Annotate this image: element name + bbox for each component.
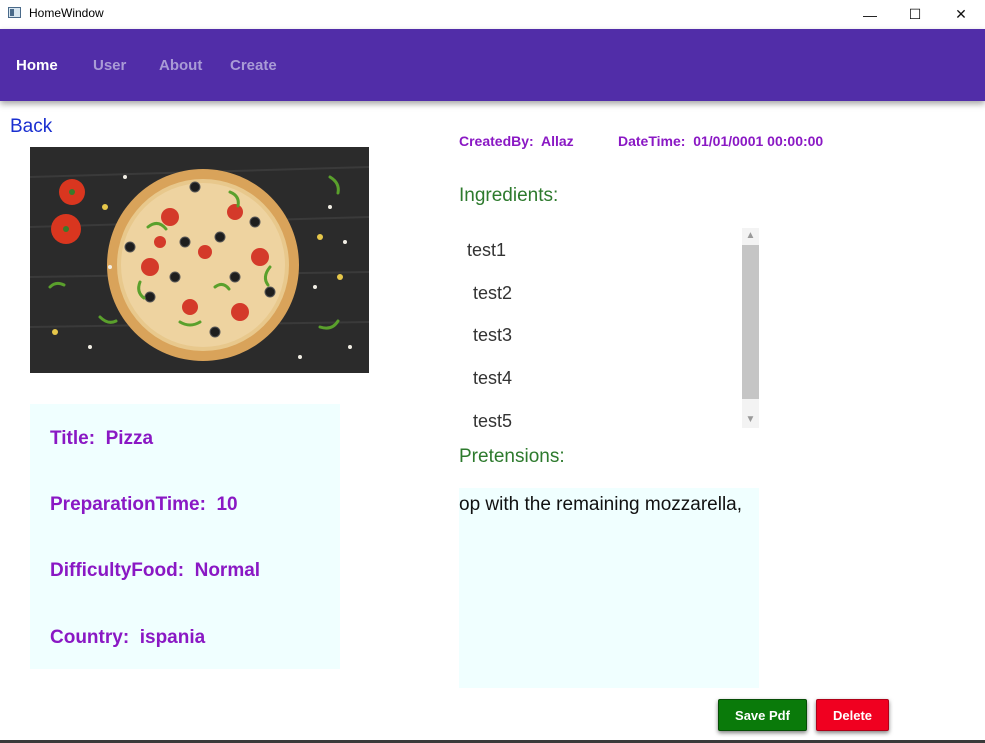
chevron-up-icon[interactable]: ▲ bbox=[742, 228, 759, 244]
ingredients-list[interactable]: test1 test2 test3 test4 test5 bbox=[459, 228, 759, 431]
created-by: CreatedBy: Allaz bbox=[459, 133, 574, 149]
nav-home[interactable]: Home bbox=[16, 57, 58, 74]
list-item[interactable]: test1 bbox=[467, 240, 506, 261]
list-item[interactable]: test4 bbox=[473, 368, 512, 389]
list-item[interactable]: test3 bbox=[473, 325, 512, 346]
back-link[interactable]: Back bbox=[10, 116, 52, 138]
pretensions-textbox[interactable]: op with the remaining mozzarella, bbox=[459, 488, 759, 688]
difficulty-row: DifficultyFood: Normal bbox=[50, 560, 260, 582]
list-item[interactable]: test2 bbox=[473, 283, 512, 304]
nav-user[interactable]: User bbox=[93, 57, 126, 74]
scroll-thumb[interactable] bbox=[742, 245, 759, 399]
ingredients-scrollbar[interactable]: ▲ ▼ bbox=[742, 228, 759, 428]
preparation-time-label: PreparationTime: bbox=[50, 494, 206, 515]
nav-about[interactable]: About bbox=[159, 57, 202, 74]
pretensions-text: op with the remaining mozzarella, bbox=[459, 494, 743, 515]
app-icon bbox=[8, 7, 21, 18]
list-item[interactable]: test5 bbox=[473, 411, 512, 432]
ingredients-heading: Ingredients: bbox=[459, 185, 559, 206]
created-by-label: CreatedBy: bbox=[459, 133, 534, 149]
close-button[interactable]: ✕ bbox=[938, 0, 984, 29]
title-label: Title: bbox=[50, 428, 96, 449]
country-value: ispania bbox=[139, 627, 206, 648]
pizza-photo bbox=[30, 147, 369, 373]
window-title: HomeWindow bbox=[29, 6, 104, 20]
difficulty-label: DifficultyFood: bbox=[50, 560, 185, 581]
top-navbar: Home User About Create bbox=[0, 29, 985, 101]
pizza-illustration bbox=[30, 147, 369, 373]
window-titlebar: HomeWindow — ☐ ✕ bbox=[0, 0, 985, 29]
nav-create[interactable]: Create bbox=[230, 57, 277, 74]
datetime-label: DateTime: bbox=[618, 133, 686, 149]
created-by-value: Allaz bbox=[540, 133, 574, 149]
maximize-button[interactable]: ☐ bbox=[892, 0, 938, 29]
datetime: DateTime: 01/01/0001 00:00:00 bbox=[618, 133, 823, 149]
country-row: Country: ispania bbox=[50, 627, 205, 649]
delete-button[interactable]: Delete bbox=[816, 699, 889, 731]
datetime-value: 01/01/0001 00:00:00 bbox=[693, 133, 824, 149]
chevron-down-icon[interactable]: ▼ bbox=[742, 412, 759, 428]
minimize-button[interactable]: — bbox=[847, 0, 893, 29]
recipe-info-panel: Title: Pizza PreparationTime: 10 Difficu… bbox=[30, 404, 340, 669]
title-value: Pizza bbox=[105, 428, 154, 449]
country-label: Country: bbox=[50, 627, 130, 648]
title-row: Title: Pizza bbox=[50, 428, 153, 450]
difficulty-value: Normal bbox=[194, 560, 261, 581]
preparation-time-row: PreparationTime: 10 bbox=[50, 494, 238, 516]
pretensions-heading: Pretensions: bbox=[459, 446, 565, 467]
preparation-time-value: 10 bbox=[216, 494, 238, 515]
save-pdf-button[interactable]: Save Pdf bbox=[718, 699, 807, 731]
